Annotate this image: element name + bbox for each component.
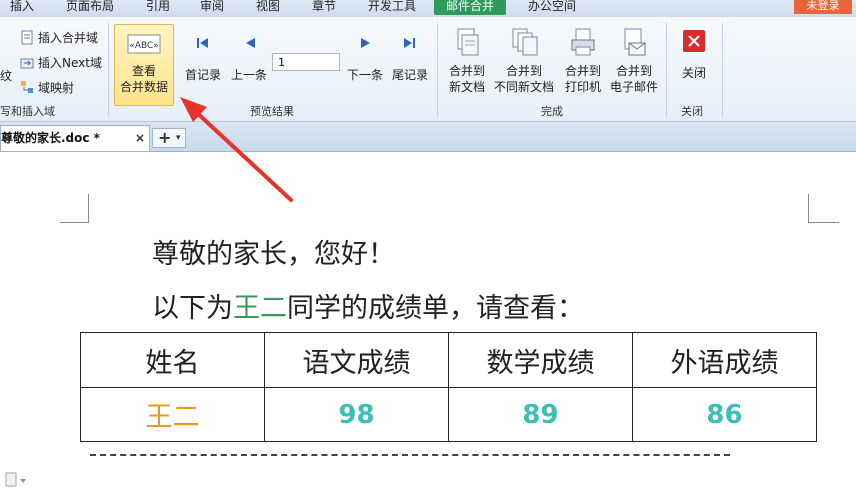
intro-paragraph: 以下为王二同学的成绩单，请查看： (152, 286, 584, 325)
menu-tab-page-layout[interactable]: 页面布局 (66, 0, 114, 15)
header-math: 数学成绩 (448, 332, 633, 388)
different-docs-icon (512, 28, 538, 56)
field-mapping-icon (21, 81, 33, 93)
abc-icon-text: «ABC» (129, 41, 158, 51)
merge-diff-docs-label-1: 合并到 (505, 64, 542, 78)
close-tab-icon[interactable]: × (135, 126, 145, 150)
last-record-icon (404, 38, 415, 48)
ribbon-separator (666, 23, 667, 117)
merge-printer-label-1: 合并到 (564, 64, 601, 78)
close-mail-merge-button[interactable]: 关闭 (676, 29, 712, 81)
insert-merge-field-label: 插入合并域 (38, 31, 99, 45)
prev-record-button[interactable]: 上一条 (231, 66, 267, 83)
document-tab-strip: 尊敬的家长.doc * × + ▾ (0, 122, 856, 152)
menu-tab-references[interactable]: 引用 (146, 0, 170, 15)
crop-mark-right (808, 194, 839, 223)
document-page[interactable]: 尊敬的家长，您好！ 以下为王二同学的成绩单，请查看： 姓名 语文成绩 数学成绩 … (0, 152, 856, 497)
grades-table: 姓名 语文成绩 数学成绩 外语成绩 王二 98 89 86 (80, 332, 817, 442)
next-field-icon (20, 58, 34, 69)
merge-printer-label-2: 打印机 (564, 80, 601, 94)
document-tab[interactable]: 尊敬的家长.doc * × (0, 125, 150, 151)
page-status-icon[interactable] (4, 472, 28, 488)
next-record-icon (361, 38, 370, 48)
group-label-write-insert: 写和插入域 (0, 105, 55, 118)
cell-name: 王二 (80, 387, 265, 442)
login-button[interactable]: 未登录 (794, 0, 852, 14)
dashed-divider (90, 454, 730, 456)
ribbon-separator (722, 23, 723, 117)
header-language: 外语成绩 (632, 332, 817, 388)
crop-mark-left (60, 194, 89, 223)
merge-field-name: 王二 (233, 293, 287, 324)
plus-icon: + (158, 128, 172, 147)
merge-email-label-2: 电子邮件 (609, 80, 658, 94)
merge-diff-docs-label-2: 不同新文档 (493, 80, 554, 94)
menu-tab-view[interactable]: 视图 (256, 0, 280, 15)
group-label-preview: 预览结果 (250, 105, 294, 118)
group-label-finish: 完成 (541, 105, 563, 118)
printer-icon (571, 28, 595, 56)
view-merge-data-label-2: 合并数据 (119, 80, 168, 94)
first-record-icon (197, 38, 208, 48)
view-merge-data-label-1: 查看 (131, 64, 156, 78)
field-mapping-button[interactable]: 域映射 (20, 79, 74, 96)
merge-to-printer-button[interactable]: 合并到 打印机 (558, 27, 608, 95)
ribbon-separator (437, 23, 438, 117)
insert-merge-field-button[interactable]: 插入合并域 (20, 29, 98, 46)
intro-suffix: 同学的成绩单，请查看： (287, 293, 584, 324)
close-label: 关闭 (681, 66, 706, 80)
merge-new-doc-label-2: 新文档 (448, 80, 485, 94)
record-number-input[interactable] (272, 53, 340, 71)
menu-tab-office-space[interactable]: 办公空间 (528, 0, 576, 15)
field-mapping-label: 域映射 (38, 81, 75, 95)
menu-tab-review[interactable]: 审阅 (200, 0, 224, 15)
menu-tab-mail-merge[interactable]: 邮件合并 (434, 0, 507, 15)
partial-left-label: 纹 (0, 69, 13, 83)
header-name: 姓名 (80, 332, 265, 388)
menu-tab-chapter[interactable]: 章节 (312, 0, 336, 15)
greeting-paragraph: 尊敬的家长，您好！ (152, 239, 395, 270)
document-tab-title: 尊敬的家长.doc * (1, 131, 100, 145)
insert-next-field-label: 插入Next域 (38, 56, 102, 70)
merge-new-doc-label-1: 合并到 (448, 64, 485, 78)
merge-to-new-doc-button[interactable]: 合并到 新文档 (442, 27, 492, 95)
ribbon-separator (108, 23, 109, 117)
cell-chinese-score: 98 (264, 387, 449, 442)
next-record-button[interactable]: 下一条 (347, 66, 383, 83)
prev-record-icon (246, 38, 255, 48)
cell-math-score: 89 (448, 387, 633, 442)
email-doc-icon (624, 28, 646, 56)
ribbon: 纹 插入合并域 插入Next域 域映射 写和插入域 «ABC» 查看 合并数据 … (0, 17, 856, 122)
first-record-button[interactable]: 首记录 (185, 66, 221, 83)
menu-tab-insert[interactable]: 插入 (10, 0, 34, 15)
intro-prefix: 以下为 (152, 293, 233, 324)
chevron-down-icon[interactable]: ▾ (176, 130, 181, 147)
merge-to-email-button[interactable]: 合并到 电子邮件 (608, 27, 660, 95)
menu-bar: 插入 页面布局 引用 审阅 视图 章节 开发工具 邮件合并 办公空间 未登录 (0, 0, 856, 17)
merge-to-different-docs-button[interactable]: 合并到 不同新文档 (492, 27, 556, 95)
table-row: 王二 98 89 86 (80, 387, 817, 442)
insert-field-icon (21, 30, 33, 45)
close-icon (683, 30, 705, 52)
menu-tab-developer[interactable]: 开发工具 (368, 0, 416, 15)
abc-field-icon: «ABC» (127, 34, 161, 54)
last-record-button[interactable]: 尾记录 (392, 66, 428, 83)
cell-language-score: 86 (632, 387, 817, 442)
table-header-row: 姓名 语文成绩 数学成绩 外语成绩 (80, 332, 817, 388)
merge-email-label-1: 合并到 (615, 64, 652, 78)
new-tab-button[interactable]: + ▾ (152, 128, 186, 148)
header-chinese: 语文成绩 (264, 332, 449, 388)
group-label-close: 关闭 (681, 105, 703, 118)
view-merge-data-button[interactable]: «ABC» 查看 合并数据 (114, 33, 174, 95)
insert-next-field-button[interactable]: 插入Next域 (20, 54, 102, 71)
new-doc-icon (457, 28, 479, 56)
